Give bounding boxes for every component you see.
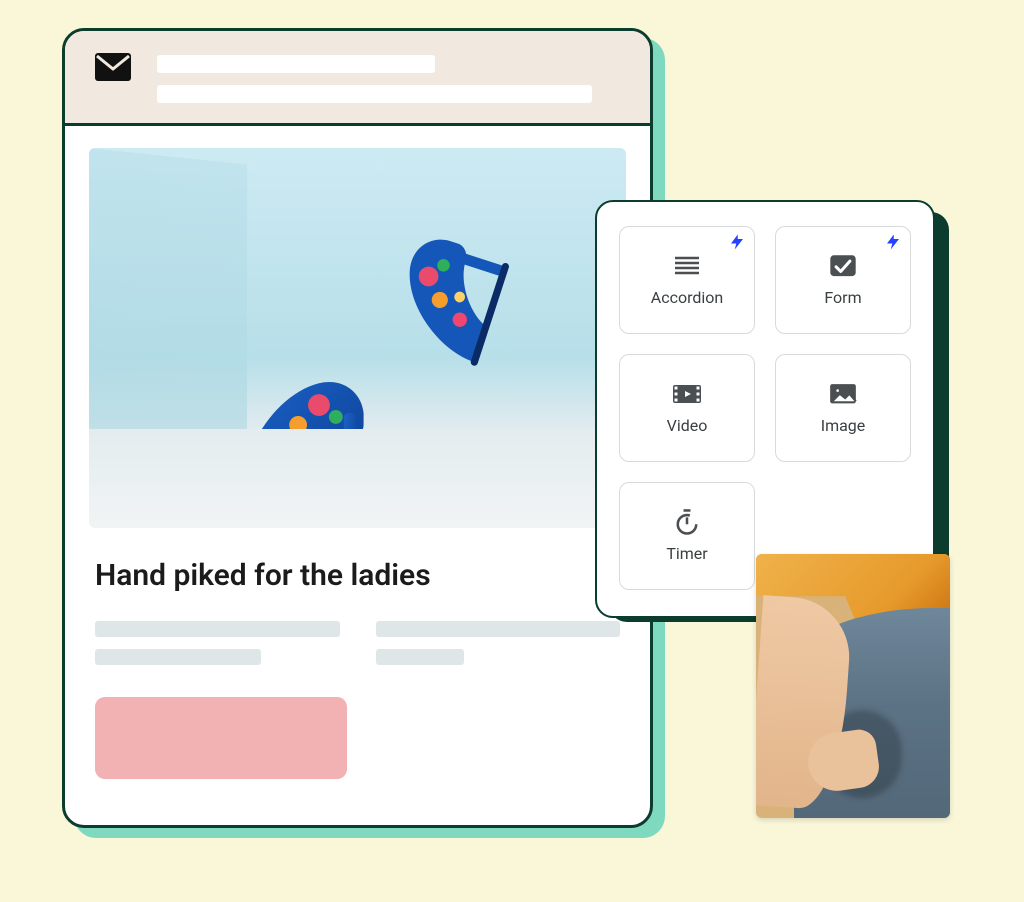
envelope-icon: [95, 53, 131, 85]
email-body: Hand piked for the ladies: [65, 126, 650, 825]
body-text-placeholder: [89, 621, 626, 665]
widget-tile-form[interactable]: Form: [775, 226, 911, 334]
widget-label: Form: [824, 288, 861, 307]
widget-tile-image[interactable]: Image: [775, 354, 911, 462]
email-card: Hand piked for the ladies: [62, 28, 653, 828]
widget-tile-accordion[interactable]: Accordion: [619, 226, 755, 334]
email-headline: Hand piked for the ladies: [95, 558, 620, 593]
image-icon: [828, 382, 858, 406]
form-icon: [828, 254, 858, 278]
hero-image: [89, 148, 626, 528]
video-icon: [672, 382, 702, 406]
widget-tile-timer[interactable]: Timer: [619, 482, 755, 590]
widget-label: Timer: [666, 544, 707, 563]
widget-tile-video[interactable]: Video: [619, 354, 755, 462]
widget-label: Accordion: [651, 288, 723, 307]
accordion-icon: [672, 254, 702, 278]
cta-button[interactable]: [95, 697, 347, 779]
photo-thumbnail[interactable]: [756, 554, 950, 818]
lightning-icon: [884, 233, 902, 251]
widget-label: Video: [667, 416, 708, 435]
email-header: [65, 31, 650, 126]
timer-icon: [672, 510, 702, 534]
widget-label: Image: [821, 416, 866, 435]
lightning-icon: [728, 233, 746, 251]
header-line: [157, 85, 592, 103]
header-line: [157, 55, 435, 73]
